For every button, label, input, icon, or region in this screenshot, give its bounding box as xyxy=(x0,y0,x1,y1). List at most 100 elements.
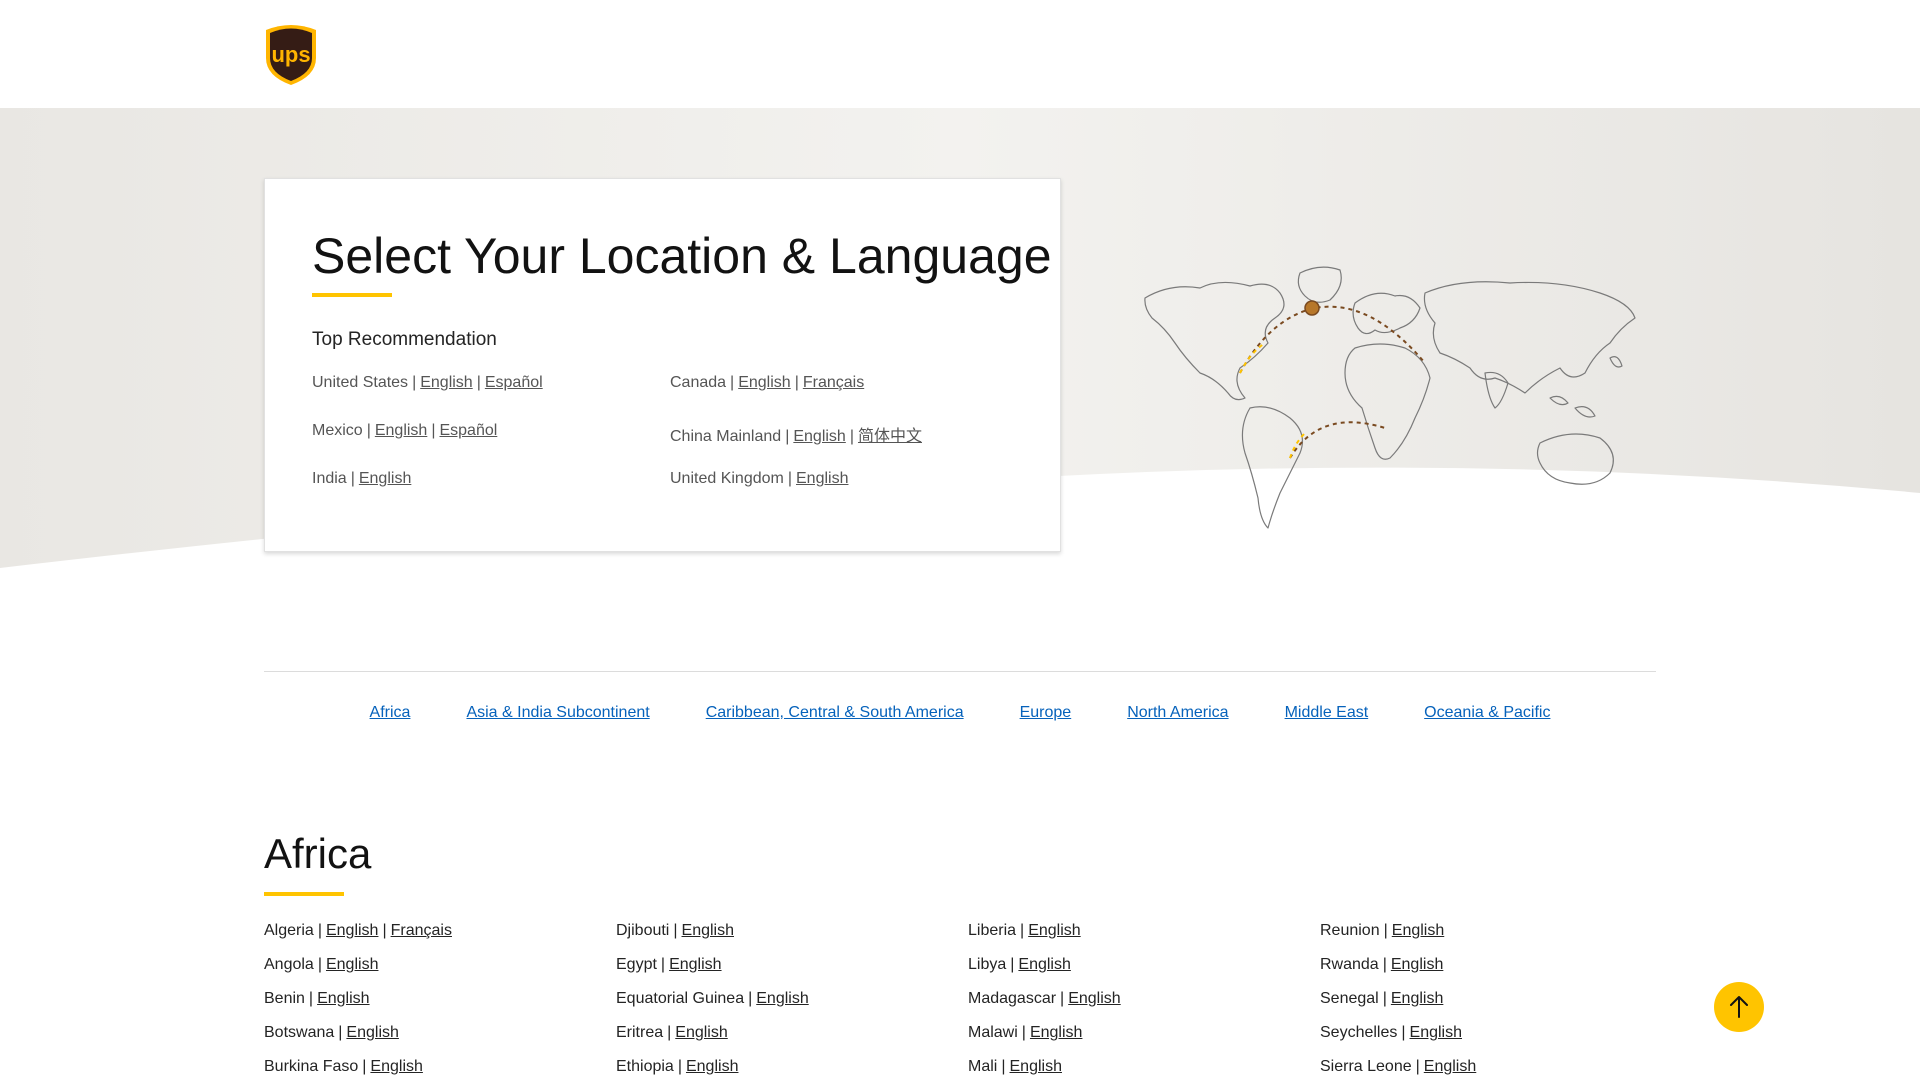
list-item: Malawi | English xyxy=(968,1024,1083,1041)
language-link-english[interactable]: English xyxy=(793,428,845,445)
language-link[interactable]: English xyxy=(1010,1058,1062,1075)
country-name: Benin xyxy=(264,990,305,1007)
recommendation-united-kingdom: United Kingdom | English xyxy=(670,470,849,487)
language-link[interactable]: English xyxy=(1018,956,1070,973)
back-to-top-button[interactable] xyxy=(1714,982,1764,1032)
language-link[interactable]: English xyxy=(1028,922,1080,939)
list-item: Rwanda | English xyxy=(1320,956,1444,973)
language-link-francais[interactable]: Français xyxy=(803,374,864,391)
recommendation-canada: Canada | English | Français xyxy=(670,374,865,391)
language-link[interactable]: English xyxy=(1392,922,1444,939)
language-link-english[interactable]: English xyxy=(375,422,427,439)
language-link-chinese[interactable]: 简体中文 xyxy=(858,428,922,445)
list-item: Liberia | English xyxy=(968,922,1081,939)
language-link[interactable]: English xyxy=(1391,990,1443,1007)
language-link[interactable]: English xyxy=(1410,1024,1462,1041)
language-link[interactable]: English xyxy=(669,956,721,973)
language-link[interactable]: English xyxy=(1068,990,1120,1007)
country-name: Burkina Faso xyxy=(264,1058,359,1075)
language-link[interactable]: English xyxy=(682,922,734,939)
language-link-espanol[interactable]: Español xyxy=(439,422,497,439)
country-name: Malawi xyxy=(968,1024,1018,1041)
country-name: Rwanda xyxy=(1320,956,1379,973)
language-link-english[interactable]: English xyxy=(420,374,472,391)
country-name: Libya xyxy=(968,956,1007,973)
country-name: Algeria xyxy=(264,922,314,939)
country-name: China Mainland xyxy=(670,428,782,445)
country-name: Madagascar xyxy=(968,990,1057,1007)
list-item: Equatorial Guinea | English xyxy=(616,990,809,1007)
region-link-africa[interactable]: Africa xyxy=(370,704,411,722)
location-language-card: Select Your Location & Language Top Reco… xyxy=(264,178,1061,552)
ups-logo[interactable]: ups xyxy=(264,22,318,86)
list-item: Botswana | English xyxy=(264,1024,399,1041)
site-header: ups xyxy=(0,0,1920,108)
world-map-illustration xyxy=(1144,266,1636,529)
country-name: Eritrea xyxy=(616,1024,664,1041)
region-heading-africa: Africa xyxy=(264,830,372,877)
language-link-english[interactable]: English xyxy=(796,470,848,487)
language-link-espanol[interactable]: Español xyxy=(485,374,543,391)
language-link[interactable]: English xyxy=(686,1058,738,1075)
list-item: Senegal | English xyxy=(1320,990,1444,1007)
region-link-asia[interactable]: Asia & India Subcontinent xyxy=(466,704,649,722)
country-name: Sierra Leone xyxy=(1320,1058,1412,1075)
language-link[interactable]: English xyxy=(346,1024,398,1041)
country-name: United States xyxy=(312,374,409,391)
country-name: Mali xyxy=(968,1058,998,1075)
region-link-north-america[interactable]: North America xyxy=(1127,704,1228,722)
list-item: Sierra Leone | English xyxy=(1320,1058,1477,1075)
title-underline xyxy=(312,293,392,297)
arrow-up-icon xyxy=(1730,996,1748,1018)
list-item: Libya | English xyxy=(968,956,1071,973)
language-link[interactable]: English xyxy=(326,922,378,939)
region-link-europe[interactable]: Europe xyxy=(1020,704,1072,722)
country-name: United Kingdom xyxy=(670,470,784,487)
country-name: Mexico xyxy=(312,422,363,439)
language-link[interactable]: English xyxy=(1391,956,1443,973)
list-item: Algeria | English | Français xyxy=(264,922,452,939)
language-link[interactable]: English xyxy=(1424,1058,1476,1075)
logo-text: ups xyxy=(271,42,310,67)
language-link[interactable]: English xyxy=(756,990,808,1007)
country-name: Botswana xyxy=(264,1024,335,1041)
list-item: Angola | English xyxy=(264,956,379,973)
country-name: Egypt xyxy=(616,956,657,973)
region-link-middle-east[interactable]: Middle East xyxy=(1285,704,1369,722)
list-item: Burkina Faso | English xyxy=(264,1058,423,1075)
list-item: Ethiopia | English xyxy=(616,1058,739,1075)
country-name: Angola xyxy=(264,956,314,973)
country-column-2: Djibouti | English Egypt | English Equatoria… xyxy=(616,922,966,1092)
recommendation-mexico: Mexico | English | Español xyxy=(312,422,498,439)
language-link[interactable]: Français xyxy=(391,922,452,939)
recommendation-india: India | English xyxy=(312,470,412,487)
list-item: Madagascar | English xyxy=(968,990,1121,1007)
language-link[interactable]: English xyxy=(326,956,378,973)
country-name: India xyxy=(312,470,347,487)
list-item: Mali | English xyxy=(968,1058,1062,1075)
language-link[interactable]: English xyxy=(1030,1024,1082,1041)
country-name: Seychelles xyxy=(1320,1024,1398,1041)
list-item: Seychelles | English xyxy=(1320,1024,1463,1041)
list-item: Eritrea | English xyxy=(616,1024,728,1041)
language-link[interactable]: English xyxy=(370,1058,422,1075)
section-divider xyxy=(264,671,1656,672)
page-title: Select Your Location & Language xyxy=(312,228,1052,284)
region-link-oceania-pacific[interactable]: Oceania & Pacific xyxy=(1424,704,1550,722)
language-link[interactable]: English xyxy=(317,990,369,1007)
list-item: Reunion | English xyxy=(1320,922,1445,939)
country-name: Senegal xyxy=(1320,990,1379,1007)
country-column-1: Algeria | English | Français Angola | English … xyxy=(264,922,614,1092)
country-name: Ethiopia xyxy=(616,1058,674,1075)
country-name: Equatorial Guinea xyxy=(616,990,745,1007)
country-column-3: Liberia | English Libya | English Madagascar… xyxy=(968,922,1318,1092)
country-name: Canada xyxy=(670,374,727,391)
country-name: Reunion xyxy=(1320,922,1380,939)
language-link-english[interactable]: English xyxy=(359,470,411,487)
list-item: Benin | English xyxy=(264,990,370,1007)
language-link[interactable]: English xyxy=(675,1024,727,1041)
hero-section: Select Your Location & Language Top Reco… xyxy=(0,108,1920,578)
list-item: Djibouti | English xyxy=(616,922,734,939)
language-link-english[interactable]: English xyxy=(738,374,790,391)
region-link-caribbean-americas[interactable]: Caribbean, Central & South America xyxy=(706,704,964,722)
